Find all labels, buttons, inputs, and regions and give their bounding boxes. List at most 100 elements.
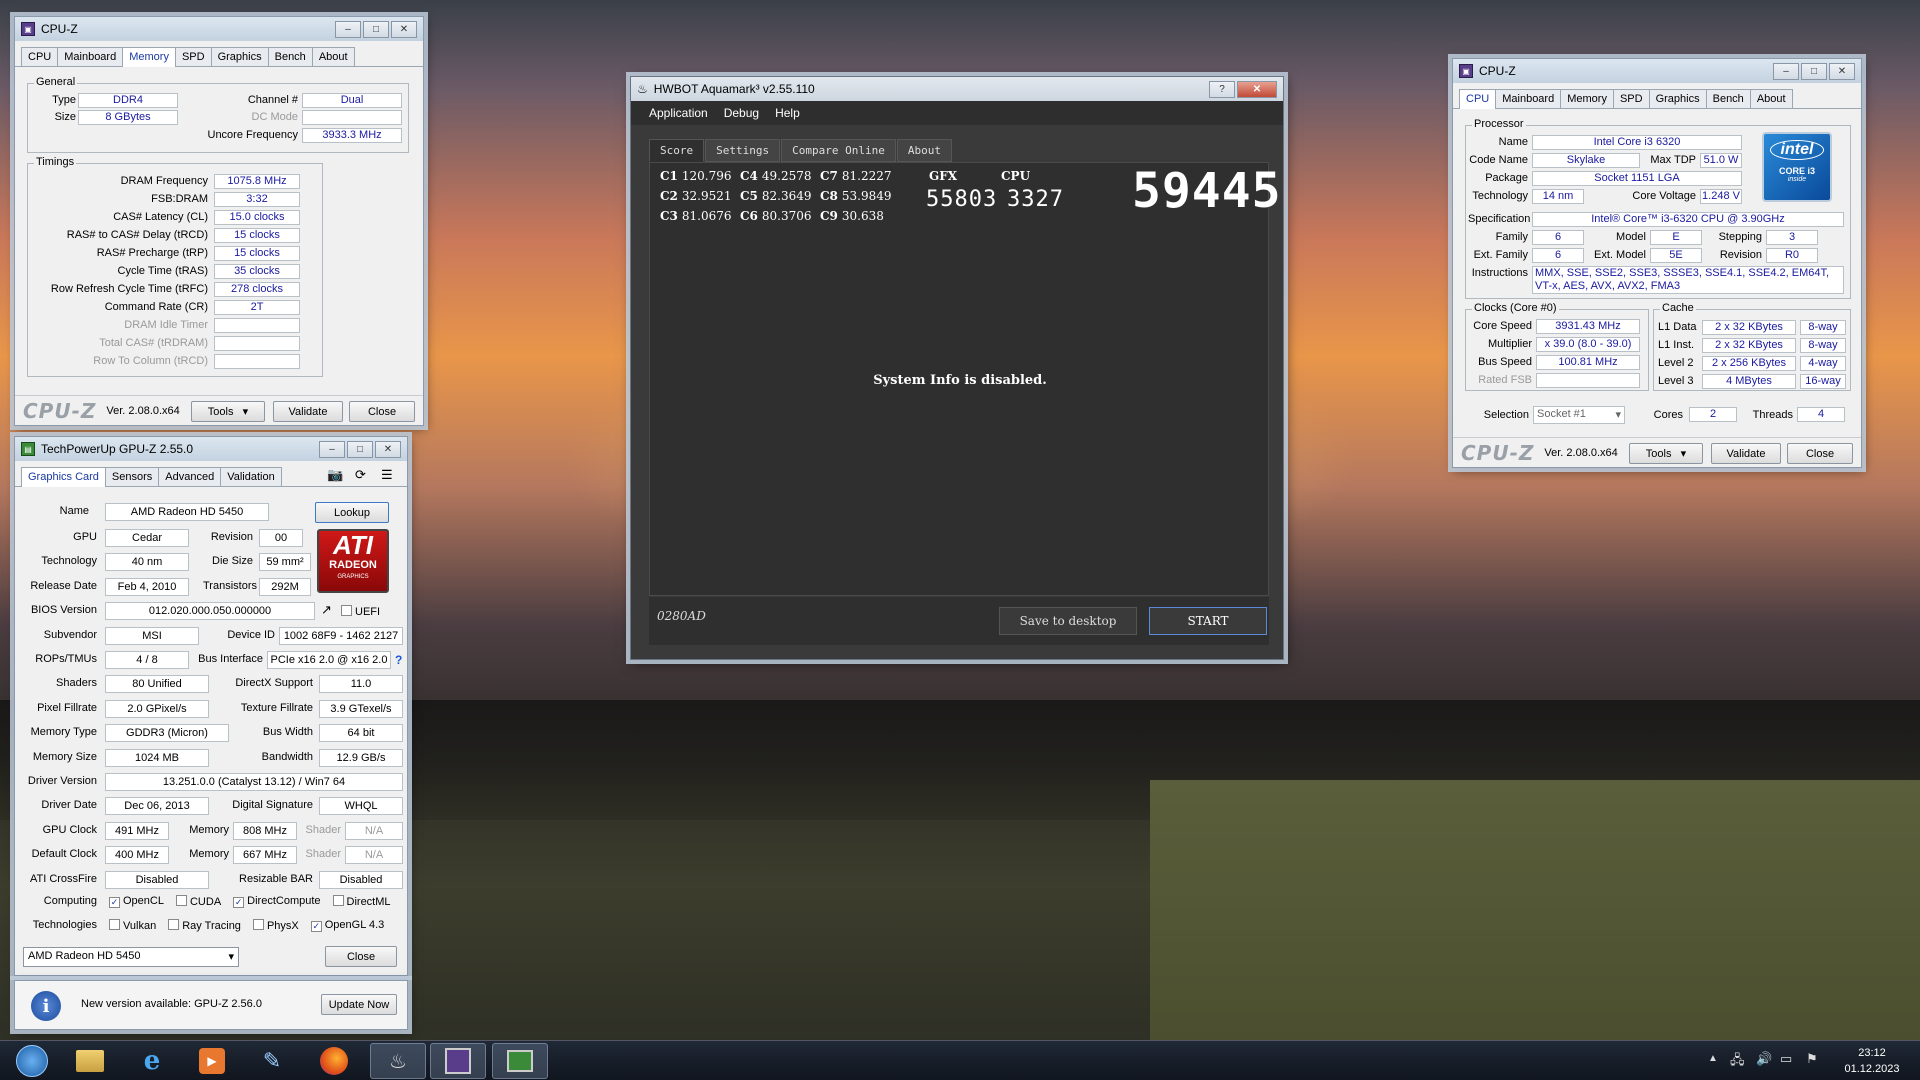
subvendor-value: MSI bbox=[105, 626, 199, 645]
tab-advanced[interactable]: Advanced bbox=[158, 467, 222, 486]
diesize-value: 59 mm² bbox=[259, 553, 311, 572]
checkbox-directcompute[interactable]: ✓ DirectCompute bbox=[233, 895, 321, 908]
start-button[interactable]: START bbox=[1149, 607, 1267, 635]
network-icon[interactable]: 🖧 bbox=[1730, 1051, 1745, 1073]
validate-button[interactable]: Validate bbox=[273, 401, 343, 422]
timing-label: Row To Column (tRCD) bbox=[93, 355, 208, 367]
title-bar[interactable]: ♨ HWBOT Aquamark³ v2.55.110 ? ✕ bbox=[631, 77, 1283, 101]
clock-time: 23:12 bbox=[1858, 1047, 1886, 1059]
menu-icon[interactable]: ☰ bbox=[381, 467, 393, 483]
tab-bench[interactable]: Bench bbox=[1705, 89, 1751, 108]
close-button[interactable]: Close bbox=[1787, 443, 1853, 464]
close-button[interactable]: Close bbox=[325, 946, 397, 967]
gpu-select[interactable]: AMD Radeon HD 5450 ▾ bbox=[23, 947, 239, 967]
tab-spd[interactable]: SPD bbox=[1612, 89, 1650, 108]
firefox-icon[interactable] bbox=[306, 1043, 362, 1079]
checkbox-physx[interactable]: PhysX bbox=[252, 919, 299, 932]
uncore-label: Uncore Frequency bbox=[207, 129, 299, 141]
checkbox-ray-tracing[interactable]: Ray Tracing bbox=[168, 919, 241, 932]
update-now-button[interactable]: Update Now bbox=[321, 994, 397, 1015]
checkbox-directml[interactable]: DirectML bbox=[332, 895, 391, 908]
save-to-desktop-button[interactable]: Save to desktop bbox=[999, 607, 1137, 635]
tab-graphics[interactable]: Graphics bbox=[210, 47, 269, 66]
tab-about[interactable]: About bbox=[1749, 89, 1793, 108]
maximize-button[interactable]: □ bbox=[347, 440, 373, 458]
timing-value: 1075.8 MHz bbox=[214, 174, 300, 189]
technology-label: Technology bbox=[1472, 190, 1528, 202]
driver-label: Driver Version bbox=[27, 775, 97, 787]
start-orb-icon[interactable] bbox=[4, 1043, 60, 1079]
wallpaper-field bbox=[1150, 780, 1920, 1040]
tab-memory[interactable]: Memory bbox=[122, 47, 176, 67]
close-button[interactable]: Close bbox=[349, 401, 415, 422]
minimize-button[interactable]: – bbox=[335, 20, 361, 38]
tab-spd[interactable]: SPD bbox=[174, 47, 212, 66]
clock[interactable]: 23:12 01.12.2023 bbox=[1836, 1045, 1908, 1077]
tab-about[interactable]: About bbox=[311, 47, 355, 66]
explorer-icon[interactable] bbox=[62, 1043, 118, 1079]
gpuz-taskbar-icon[interactable] bbox=[492, 1043, 548, 1079]
sysinfo-message: System Info is disabled. bbox=[873, 373, 1047, 388]
tab-validation[interactable]: Validation bbox=[220, 467, 282, 486]
display-icon[interactable]: ▭ bbox=[1780, 1051, 1792, 1067]
validate-button[interactable]: Validate bbox=[1711, 443, 1781, 464]
checkbox-opencl[interactable]: ✓ OpenCL bbox=[109, 895, 164, 908]
lookup-button[interactable]: Lookup bbox=[315, 502, 389, 523]
threads-label: Threads bbox=[1752, 409, 1793, 421]
close-window-button[interactable]: ✕ bbox=[1829, 62, 1855, 80]
tab-settings[interactable]: Settings bbox=[705, 139, 781, 162]
checkbox-opengl-4-3[interactable]: ✓ OpenGL 4.3 bbox=[310, 919, 384, 932]
maximize-button[interactable]: □ bbox=[1801, 62, 1827, 80]
close-window-button[interactable]: ✕ bbox=[375, 440, 401, 458]
uefi-checkbox[interactable]: UEFI bbox=[341, 605, 380, 618]
volume-icon[interactable]: 🔊 bbox=[1756, 1051, 1772, 1067]
tab-score[interactable]: Score bbox=[649, 139, 705, 162]
tab-graphics-card[interactable]: Graphics Card bbox=[21, 467, 106, 487]
menu-debug[interactable]: Debug bbox=[724, 106, 759, 120]
tools-button[interactable]: Tools ▾ bbox=[1629, 443, 1703, 464]
socket-select[interactable]: Socket #1 ▾ bbox=[1533, 406, 1625, 424]
tab-mainboard[interactable]: Mainboard bbox=[57, 47, 124, 66]
cache-way-value: 8-way bbox=[1800, 338, 1846, 353]
title-bar[interactable]: ▣ CPU-Z – □ ✕ bbox=[15, 17, 423, 41]
bus-help-icon[interactable]: ? bbox=[395, 653, 402, 667]
camera-icon[interactable]: 📷 bbox=[327, 467, 343, 483]
texture-value: 3.9 GTexel/s bbox=[319, 699, 403, 718]
tab-about[interactable]: About bbox=[896, 139, 952, 162]
tab-bench[interactable]: Bench bbox=[267, 47, 313, 66]
tab-compare-online[interactable]: Compare Online bbox=[781, 139, 896, 162]
tools-button[interactable]: Tools ▾ bbox=[191, 401, 265, 422]
maximize-button[interactable]: □ bbox=[363, 20, 389, 38]
share-icon[interactable]: ↗ bbox=[321, 602, 332, 618]
minimize-button[interactable]: – bbox=[1773, 62, 1799, 80]
internet-explorer-icon[interactable]: e bbox=[124, 1043, 180, 1079]
tab-memory[interactable]: Memory bbox=[1560, 89, 1614, 108]
menu-help[interactable]: Help bbox=[775, 106, 800, 120]
tab-graphics[interactable]: Graphics bbox=[1648, 89, 1707, 108]
cpuz-taskbar-icon[interactable] bbox=[430, 1043, 486, 1079]
gfx-label: GFX bbox=[929, 169, 958, 183]
tab-cpu[interactable]: CPU bbox=[1459, 89, 1497, 109]
help-button[interactable]: ? bbox=[1209, 80, 1235, 98]
cache-size-value: 4 MBytes bbox=[1702, 374, 1796, 389]
tab-mainboard[interactable]: Mainboard bbox=[1495, 89, 1562, 108]
tab-cpu[interactable]: CPU bbox=[21, 47, 59, 66]
action-center-flag-icon[interactable]: ⚑ bbox=[1806, 1051, 1818, 1067]
title-bar[interactable]: ▤ TechPowerUp GPU-Z 2.55.0 – □ ✕ bbox=[15, 437, 407, 461]
close-window-button[interactable]: ✕ bbox=[391, 20, 417, 38]
tray-chevron-icon[interactable]: ▲ bbox=[1708, 1053, 1718, 1064]
title-bar[interactable]: ▣ CPU-Z – □ ✕ bbox=[1453, 59, 1861, 83]
checkbox-vulkan[interactable]: Vulkan bbox=[109, 919, 156, 932]
refresh-icon[interactable]: ⟳ bbox=[355, 467, 366, 483]
intel-core-label: CORE i3 bbox=[1778, 166, 1815, 176]
computing-label: Computing bbox=[43, 895, 97, 907]
tab-strip: Score Settings Compare Online About bbox=[649, 139, 953, 162]
close-window-button[interactable]: ✕ bbox=[1237, 80, 1277, 98]
hwbot-taskbar-icon[interactable]: ♨ bbox=[370, 1043, 426, 1079]
menu-application[interactable]: Application bbox=[649, 106, 708, 120]
minimize-button[interactable]: – bbox=[319, 440, 345, 458]
tab-sensors[interactable]: Sensors bbox=[104, 467, 160, 486]
checkbox-cuda[interactable]: CUDA bbox=[175, 895, 221, 908]
media-player-icon[interactable]: ▶ bbox=[184, 1043, 240, 1079]
paint-icon[interactable]: ✎ bbox=[244, 1043, 300, 1079]
